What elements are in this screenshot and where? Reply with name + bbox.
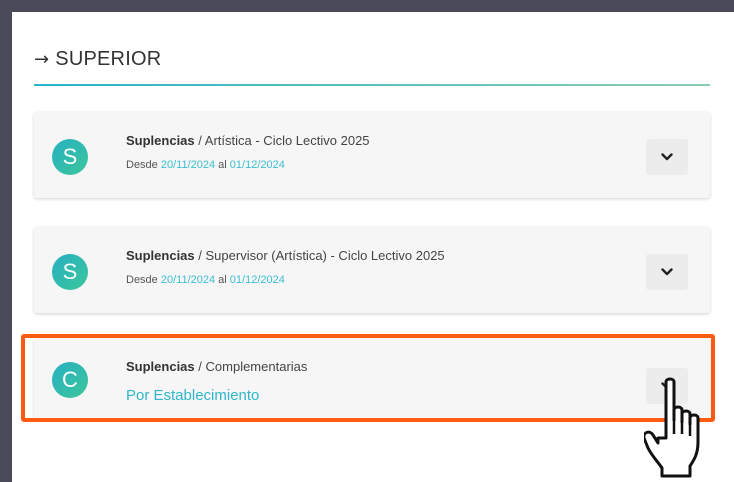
list-item-card[interactable]: S Suplencias / Artística - Ciclo Lectivo… bbox=[34, 112, 710, 198]
por-establecimiento-link[interactable]: Por Establecimiento bbox=[126, 387, 259, 404]
card-category: Suplencias bbox=[126, 359, 195, 374]
list-item-card[interactable]: S Suplencias / Supervisor (Artística) - … bbox=[34, 227, 710, 313]
section-header: → SUPERIOR bbox=[34, 48, 161, 71]
avatar: C bbox=[52, 362, 88, 398]
card-title: Suplencias / Complementarias bbox=[126, 359, 307, 374]
card-separator: / bbox=[198, 133, 202, 148]
al-label: al bbox=[218, 274, 227, 286]
window-frame-left bbox=[0, 0, 12, 482]
al-label: al bbox=[218, 159, 227, 171]
section-title: SUPERIOR bbox=[55, 48, 162, 70]
list-item-card[interactable]: C Suplencias / Complementarias Por Estab… bbox=[34, 338, 710, 418]
expand-button[interactable] bbox=[646, 254, 688, 290]
hand-pointer-icon bbox=[644, 377, 700, 478]
card-name: Supervisor (Artística) - Ciclo Lectivo 2… bbox=[205, 248, 445, 263]
date-from: 20/11/2024 bbox=[160, 274, 216, 286]
card-category: Suplencias bbox=[126, 133, 195, 148]
card-category: Suplencias bbox=[126, 248, 195, 263]
expand-button[interactable] bbox=[646, 139, 688, 175]
chevron-down-icon bbox=[661, 268, 673, 276]
card-name: Complementarias bbox=[205, 359, 308, 374]
avatar: S bbox=[52, 139, 88, 175]
card-date-range: Desde 20/11/2024 al 01/12/2024 bbox=[126, 274, 285, 286]
date-to: 01/12/2024 bbox=[229, 274, 285, 286]
card-title: Suplencias / Artística - Ciclo Lectivo 2… bbox=[126, 133, 370, 148]
avatar: S bbox=[52, 254, 88, 290]
arrow-right-icon: → bbox=[34, 49, 50, 70]
date-to: 01/12/2024 bbox=[229, 159, 285, 171]
section-divider bbox=[34, 84, 710, 86]
date-from: 20/11/2024 bbox=[160, 159, 216, 171]
content-panel: → SUPERIOR S Suplencias / Artística - Cic… bbox=[12, 12, 734, 482]
desde-label: Desde bbox=[126, 274, 158, 286]
card-name: Artística - Ciclo Lectivo 2025 bbox=[204, 133, 370, 148]
card-separator: / bbox=[198, 248, 202, 263]
card-separator: / bbox=[198, 359, 202, 374]
desde-label: Desde bbox=[126, 159, 158, 171]
card-title: Suplencias / Supervisor (Artística) - Ci… bbox=[126, 248, 445, 263]
chevron-down-icon bbox=[661, 153, 673, 161]
window-frame-top bbox=[0, 0, 734, 12]
card-date-range: Desde 20/11/2024 al 01/12/2024 bbox=[126, 159, 285, 171]
